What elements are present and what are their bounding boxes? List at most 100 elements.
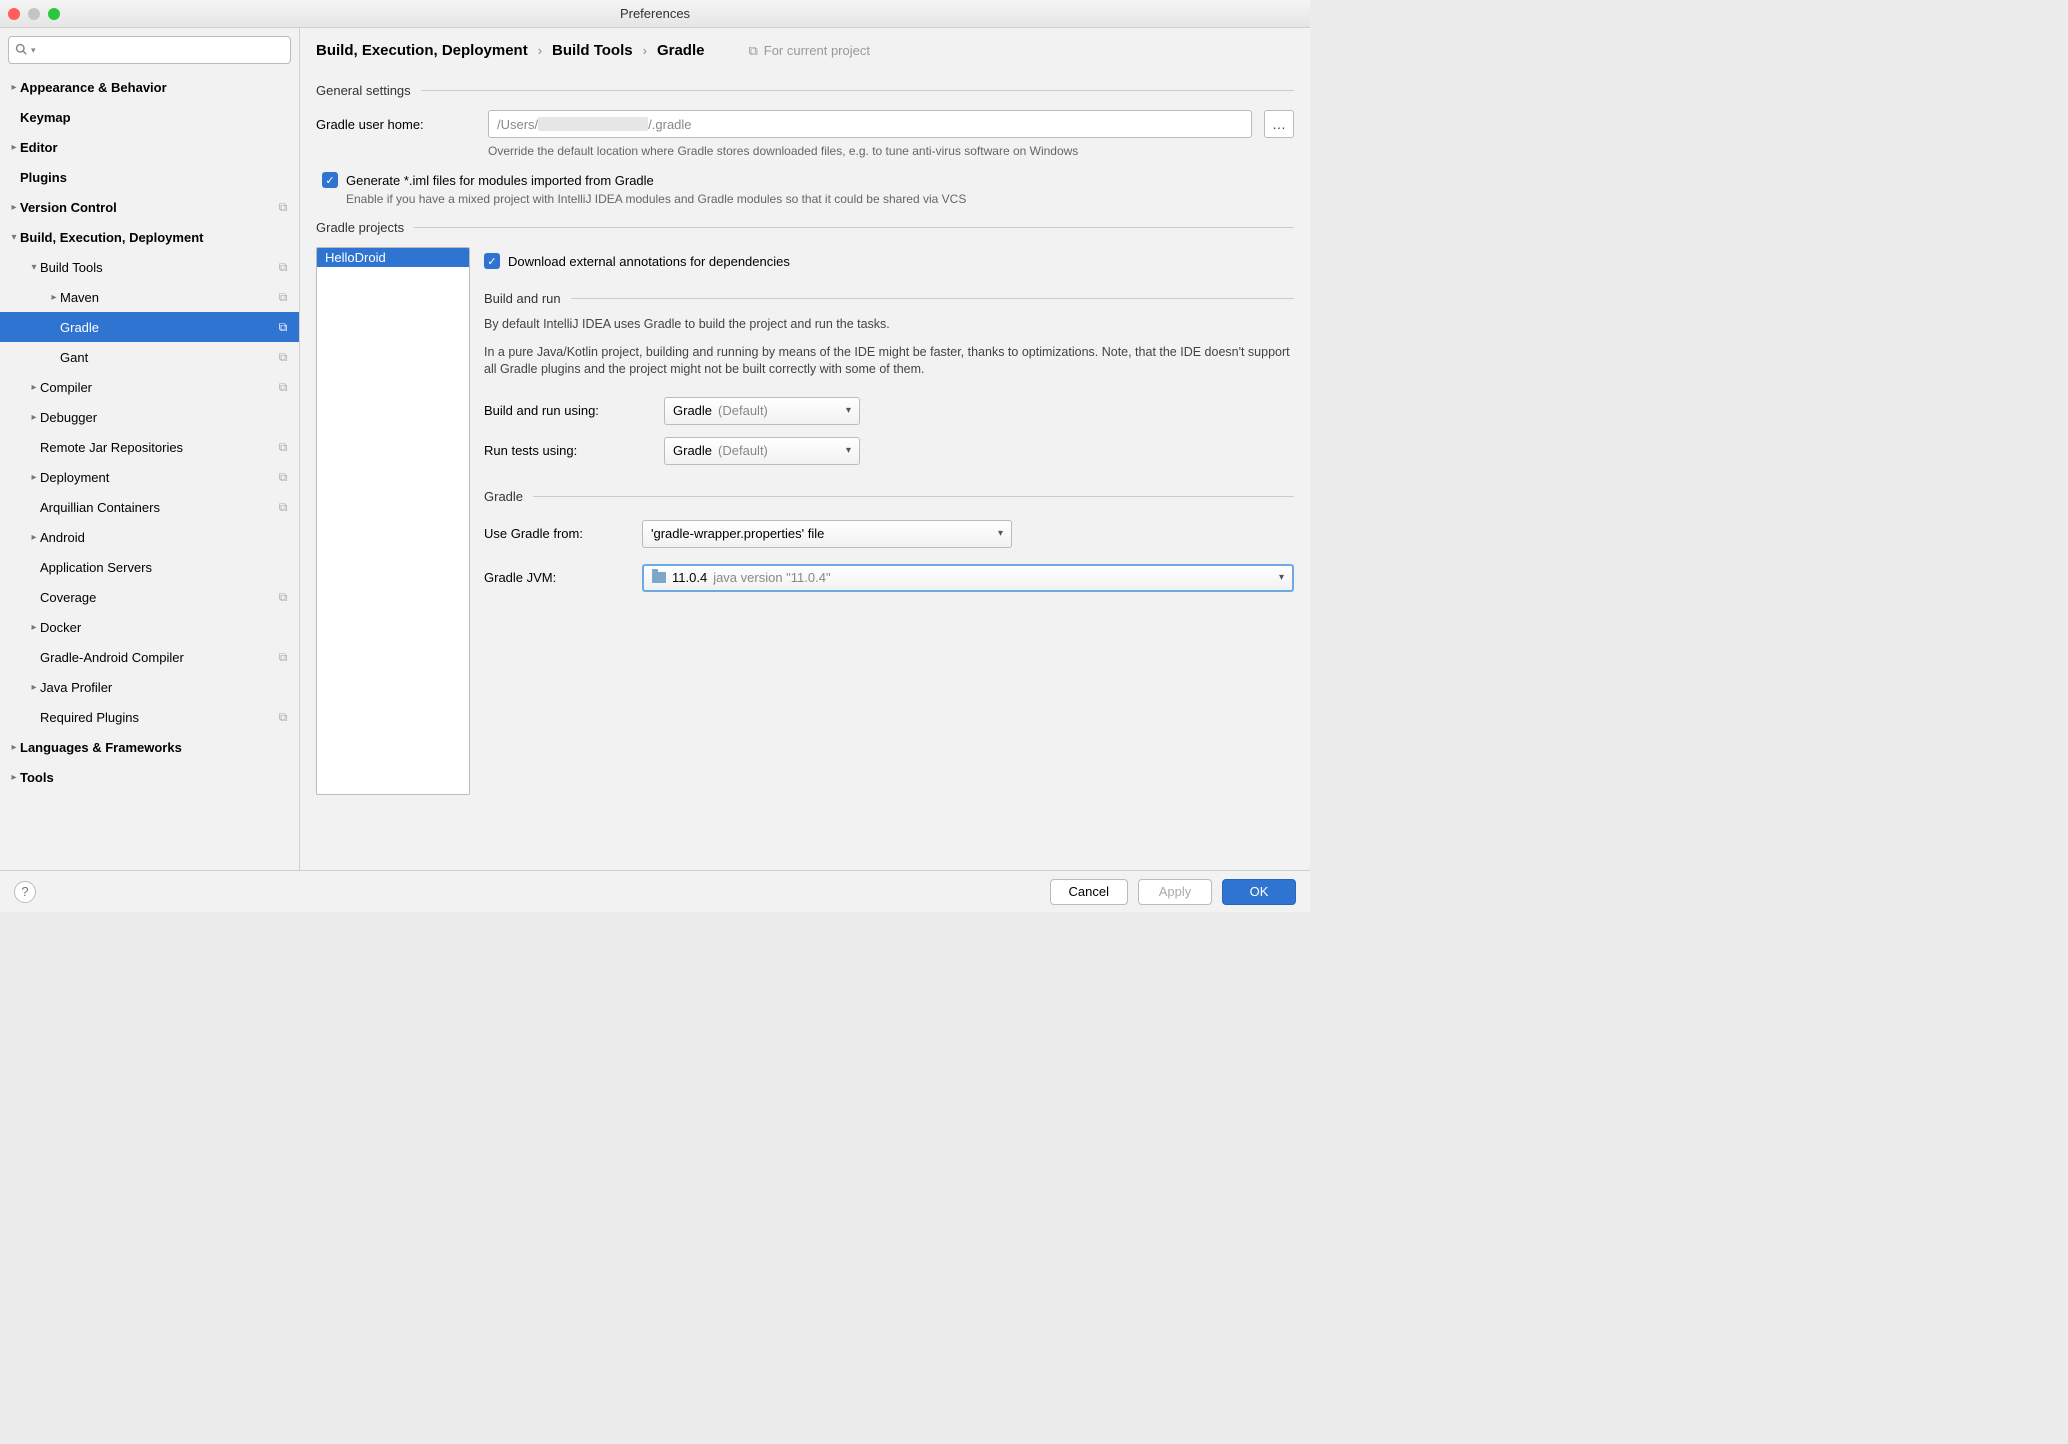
tree-item-label: Appearance & Behavior bbox=[20, 80, 291, 95]
build-using-select[interactable]: Gradle (Default) ▾ bbox=[664, 397, 860, 425]
chevron-right-icon: ▸ bbox=[8, 742, 20, 753]
gradle-projects-list[interactable]: HelloDroid bbox=[316, 247, 470, 795]
copy-icon: ⧉ bbox=[275, 440, 291, 455]
tree-item[interactable]: ▸Docker bbox=[0, 612, 299, 642]
search-icon bbox=[15, 43, 27, 58]
tree-item[interactable]: ▸Editor bbox=[0, 132, 299, 162]
tree-item[interactable]: ▸Maven⧉ bbox=[0, 282, 299, 312]
window-title: Preferences bbox=[0, 6, 1310, 21]
browse-button[interactable]: … bbox=[1264, 110, 1294, 138]
search-box[interactable]: ▾ bbox=[8, 36, 291, 64]
preferences-sidebar: ▾ ▸Appearance & BehaviorKeymap▸EditorPlu… bbox=[0, 28, 300, 870]
tree-item[interactable]: ▸Version Control⧉ bbox=[0, 192, 299, 222]
tree-item[interactable]: Application Servers bbox=[0, 552, 299, 582]
minimize-window-button[interactable] bbox=[28, 8, 40, 20]
chevron-right-icon: › bbox=[538, 43, 542, 58]
tree-item[interactable]: Gant⧉ bbox=[0, 342, 299, 372]
chevron-right-icon: ▸ bbox=[48, 292, 60, 303]
tree-item[interactable]: Arquillian Containers⧉ bbox=[0, 492, 299, 522]
gradle-jvm-select[interactable]: 11.0.4 java version "11.0.4" ▾ bbox=[642, 564, 1294, 592]
tree-item-label: Build Tools bbox=[40, 260, 275, 275]
tree-item[interactable]: Coverage⧉ bbox=[0, 582, 299, 612]
chevron-right-icon: › bbox=[643, 43, 647, 58]
use-gradle-from-select[interactable]: 'gradle-wrapper.properties' file ▾ bbox=[642, 520, 1012, 548]
tree-item[interactable]: ▾Build, Execution, Deployment bbox=[0, 222, 299, 252]
tree-item[interactable]: ▸Tools bbox=[0, 762, 299, 792]
tree-item-label: Tools bbox=[20, 770, 291, 785]
search-input[interactable] bbox=[40, 43, 284, 58]
copy-icon: ⧉ bbox=[275, 500, 291, 515]
generate-iml-checkbox[interactable]: ✓ bbox=[322, 172, 338, 188]
chevron-down-icon: ▾ bbox=[998, 528, 1003, 539]
chevron-right-icon: ▸ bbox=[8, 142, 20, 153]
gradle-user-home-hint: Override the default location where Grad… bbox=[488, 144, 1294, 158]
traffic-lights bbox=[8, 8, 60, 20]
chevron-right-icon: ▸ bbox=[8, 202, 20, 213]
divider bbox=[571, 298, 1294, 299]
tree-item-label: Gant bbox=[60, 350, 275, 365]
section-general-settings: General settings bbox=[316, 83, 1294, 98]
divider bbox=[414, 227, 1294, 228]
tests-using-select[interactable]: Gradle (Default) ▾ bbox=[664, 437, 860, 465]
section-title: General settings bbox=[316, 83, 411, 98]
close-window-button[interactable] bbox=[8, 8, 20, 20]
tree-item[interactable]: Required Plugins⧉ bbox=[0, 702, 299, 732]
tree-item[interactable]: ▸Java Profiler bbox=[0, 672, 299, 702]
tree-item-label: Debugger bbox=[40, 410, 291, 425]
breadcrumb-part[interactable]: Build Tools bbox=[552, 42, 633, 59]
tree-item[interactable]: ▾Build Tools⧉ bbox=[0, 252, 299, 282]
tree-item[interactable]: ▸Compiler⧉ bbox=[0, 372, 299, 402]
tree-item-label: Arquillian Containers bbox=[40, 500, 275, 515]
generate-iml-hint: Enable if you have a mixed project with … bbox=[346, 192, 1294, 206]
copy-icon: ⧉ bbox=[275, 200, 291, 215]
download-annotations-label[interactable]: Download external annotations for depend… bbox=[508, 254, 790, 269]
preferences-tree[interactable]: ▸Appearance & BehaviorKeymap▸EditorPlugi… bbox=[0, 72, 299, 870]
tree-item-label: Required Plugins bbox=[40, 710, 275, 725]
tree-item-label: Build, Execution, Deployment bbox=[20, 230, 291, 245]
breadcrumb-part[interactable]: Build, Execution, Deployment bbox=[316, 42, 528, 59]
divider bbox=[421, 90, 1294, 91]
copy-icon: ⧉ bbox=[275, 470, 291, 485]
copy-icon: ⧉ bbox=[275, 590, 291, 605]
chevron-right-icon: ▸ bbox=[8, 82, 20, 93]
tree-item[interactable]: Plugins bbox=[0, 162, 299, 192]
tree-item[interactable]: Remote Jar Repositories⧉ bbox=[0, 432, 299, 462]
copy-icon: ⧉ bbox=[275, 350, 291, 365]
chevron-right-icon: ▸ bbox=[28, 532, 40, 543]
tree-item[interactable]: Keymap bbox=[0, 102, 299, 132]
section-title: Gradle projects bbox=[316, 220, 404, 235]
tree-item[interactable]: ▸Appearance & Behavior bbox=[0, 72, 299, 102]
help-button[interactable]: ? bbox=[14, 881, 36, 903]
tree-item-label: Plugins bbox=[20, 170, 291, 185]
zoom-window-button[interactable] bbox=[48, 8, 60, 20]
section-gradle-projects: Gradle projects bbox=[316, 220, 1294, 235]
tree-item[interactable]: ▸Deployment⧉ bbox=[0, 462, 299, 492]
footer: ? Cancel Apply OK bbox=[0, 870, 1310, 912]
chevron-down-icon: ▾ bbox=[8, 232, 20, 243]
copy-icon: ⧉ bbox=[275, 290, 291, 305]
tree-item[interactable]: ▸Android bbox=[0, 522, 299, 552]
breadcrumb-part: Gradle bbox=[657, 42, 705, 59]
chevron-right-icon: ▸ bbox=[8, 772, 20, 783]
tree-item-label: Maven bbox=[60, 290, 275, 305]
chevron-right-icon: ▸ bbox=[28, 622, 40, 633]
chevron-right-icon: ▸ bbox=[28, 412, 40, 423]
tree-item-label: Application Servers bbox=[40, 560, 291, 575]
titlebar: Preferences bbox=[0, 0, 1310, 28]
copy-icon: ⧉ bbox=[748, 43, 757, 59]
download-annotations-checkbox[interactable]: ✓ bbox=[484, 253, 500, 269]
ok-button[interactable]: OK bbox=[1222, 879, 1296, 905]
apply-button[interactable]: Apply bbox=[1138, 879, 1212, 905]
tree-item[interactable]: Gradle-Android Compiler⧉ bbox=[0, 642, 299, 672]
gradle-user-home-input[interactable]: /Users/ /.gradle bbox=[488, 110, 1252, 138]
chevron-right-icon: ▸ bbox=[28, 472, 40, 483]
tree-item[interactable]: ▸Debugger bbox=[0, 402, 299, 432]
generate-iml-label[interactable]: Generate *.iml files for modules importe… bbox=[346, 173, 654, 188]
tree-item-label: Coverage bbox=[40, 590, 275, 605]
cancel-button[interactable]: Cancel bbox=[1050, 879, 1128, 905]
tree-item[interactable]: ▸Languages & Frameworks bbox=[0, 732, 299, 762]
tree-item-label: Gradle-Android Compiler bbox=[40, 650, 275, 665]
tree-item[interactable]: Gradle⧉ bbox=[0, 312, 299, 342]
project-list-item[interactable]: HelloDroid bbox=[317, 248, 469, 267]
tree-item-label: Gradle bbox=[60, 320, 275, 335]
